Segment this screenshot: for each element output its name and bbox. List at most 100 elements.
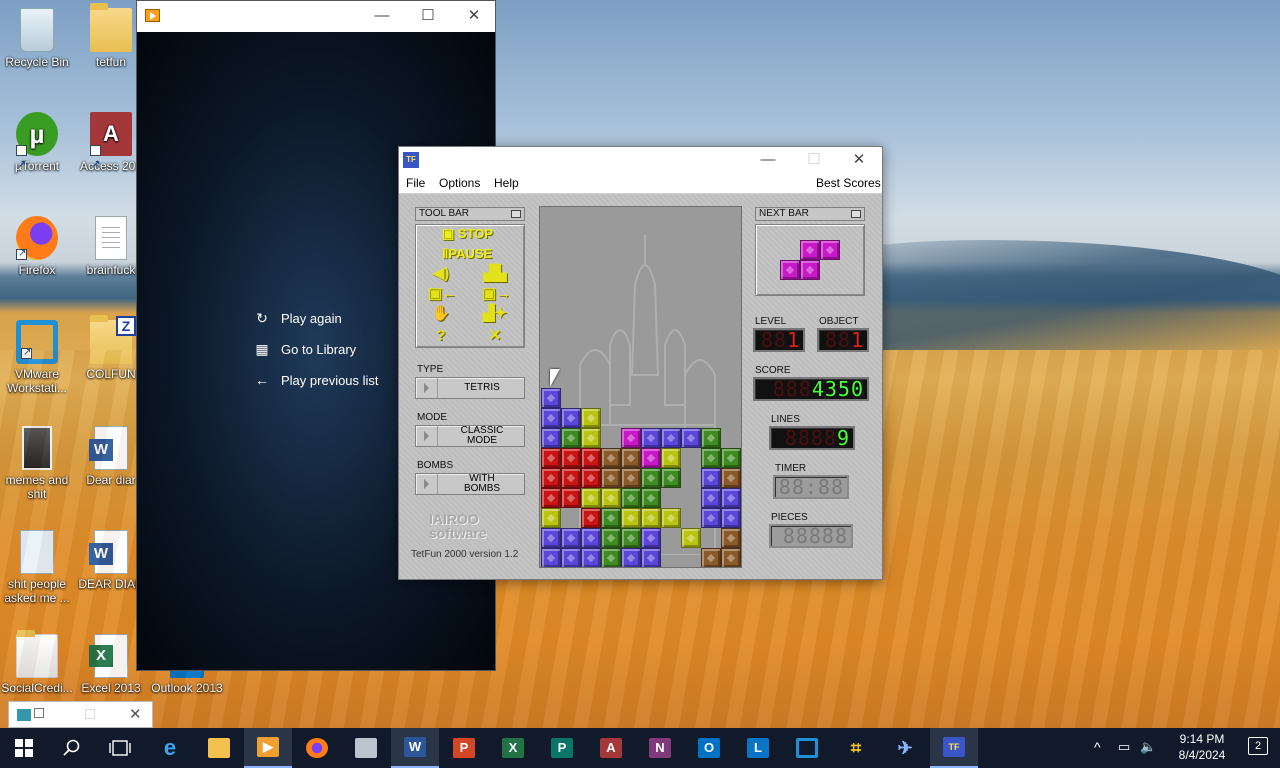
collapse-icon[interactable] [511,210,521,218]
title-bar[interactable]: TF — ☐ ✕ [399,147,882,173]
go-to-library-item[interactable]: ▦ Go to Library [253,339,356,359]
bombs-label: BOMBS [417,460,454,471]
desktop-icon-label: Recycle Bin [5,55,69,69]
word-document-icon: W [89,530,128,574]
settings-icon[interactable]: ▟✦ [482,305,508,323]
minimize-button[interactable]: — [359,1,405,31]
taskbar-word[interactable]: W [391,728,439,768]
desktop-icon-firefox[interactable]: Firefox [0,216,74,277]
taskbar-lync[interactable]: L [734,728,782,768]
game-board[interactable] [539,206,742,568]
taskbar-app-yellow[interactable]: ⌗ [832,728,880,768]
taskbar-internet-explorer[interactable]: e [146,728,194,768]
restore-icon[interactable] [34,708,44,718]
taskbar-access[interactable]: A [587,728,635,768]
taskbar-publisher[interactable]: P [538,728,586,768]
folder-icon [90,3,132,52]
taskbar-onenote[interactable]: N [636,728,684,768]
stop-button[interactable]: ▣ STOP [442,226,493,242]
desktop-icon-vmware[interactable]: VMware Workstati... [0,320,74,395]
mode-label: MODE [417,412,447,423]
tetris-block [601,488,621,508]
tetris-block [581,528,601,548]
tetris-block [641,448,661,468]
play-again-item[interactable]: ↻ Play again [253,308,342,328]
powerpoint-icon: P [453,738,475,758]
maximize-button[interactable]: ☐ [791,145,837,175]
minimized-window[interactable]: ✕ [8,701,153,728]
save-game-icon[interactable]: ▣→ [482,285,511,303]
desktop-icon-memes[interactable]: memes and shit [0,426,74,501]
taskbar-photos[interactable] [342,728,390,768]
clock-date: 8/4/2024 [1178,748,1226,762]
bombs-selector[interactable]: WITH BOMBS [415,473,525,495]
taskbar-media-player[interactable]: ▶ [244,728,292,768]
tetris-block [721,548,741,567]
notifications-icon[interactable]: 2 [1248,737,1268,755]
taskbar-outlook[interactable]: O [685,728,733,768]
library-icon: ▦ [255,341,269,357]
close-button[interactable]: ✕ [451,1,497,31]
tetris-block [621,468,641,488]
sound-icon[interactable]: ◀) [428,265,454,283]
task-view-button[interactable] [96,728,144,768]
windows-logo-icon [15,739,33,757]
menu-bar: File Options Help Best Scores [399,173,882,194]
search-button[interactable] [48,728,96,768]
exit-icon[interactable]: ✕ [482,327,508,345]
file-explorer-icon [208,738,230,758]
maximize-icon[interactable] [85,709,95,719]
arrow-right-icon[interactable] [416,426,438,446]
show-hidden-icons-icon[interactable]: ^ [1094,739,1101,755]
taskbar-powerpoint[interactable]: P [440,728,488,768]
close-button[interactable]: ✕ [836,145,882,175]
tetris-block [561,548,581,567]
taskbar-app-bird[interactable]: ✈ [881,728,929,768]
title-bar[interactable]: — ☐ ✕ [137,1,495,32]
recycle-bin-icon [20,8,54,52]
tetris-block [561,408,581,428]
next-piece-block [780,260,800,280]
start-button[interactable] [0,728,48,768]
help-icon[interactable]: ? [428,327,454,345]
desktop-icon-shit-people[interactable]: shit people asked me ... [0,530,74,605]
menu-help[interactable]: Help [494,176,519,190]
desktop-icon-label: SocialCredi... [1,681,73,695]
taskbar-firefox[interactable] [293,728,341,768]
desktop-icon-label: Firefox [18,263,56,277]
hand-icon[interactable]: ✋ [428,305,454,323]
blocks-icon[interactable]: ▟▙ [482,265,508,283]
toolbar-title: TOOL BAR [419,208,470,219]
tetris-block [541,428,561,448]
type-selector[interactable]: TETRIS [415,377,525,399]
company-logo: IAIROO software [429,511,487,541]
arrow-right-icon[interactable] [416,474,438,494]
puzzle-app-icon: ⌗ [850,738,862,758]
volume-muted-icon[interactable]: 🔈 [1140,739,1156,755]
desktop-icon-socialcredit[interactable]: SocialCredi... [0,630,74,695]
score-dim-digits: 888 [772,377,812,401]
taskbar-tetfun[interactable]: TF [930,728,978,768]
taskbar-excel[interactable]: X [489,728,537,768]
network-icon[interactable]: ▭ [1118,739,1130,755]
clock[interactable]: 9:14 PM 8/4/2024 [1164,731,1240,763]
maximize-button[interactable]: ☐ [405,1,451,31]
tetris-block [621,528,641,548]
taskbar-file-explorer[interactable] [195,728,243,768]
desktop-icon-recycle-bin[interactable]: Recycle Bin [0,8,74,69]
next-piece-block [820,240,840,260]
close-icon[interactable]: ✕ [129,705,142,723]
arrow-right-icon[interactable] [416,378,438,398]
menu-file[interactable]: File [406,176,425,190]
collapse-icon[interactable] [851,210,861,218]
lines-dim-digits: 8888 [784,426,837,450]
load-game-icon[interactable]: ▣← [428,285,457,303]
play-previous-list-item[interactable]: ← Play previous list [253,370,379,390]
pause-button[interactable]: ⅡPAUSE [442,246,492,262]
menu-options[interactable]: Options [439,176,480,190]
minimize-button[interactable]: — [745,145,791,175]
desktop-icon-utorrent[interactable]: µ µTorrent [0,112,74,187]
taskbar-vmware[interactable] [783,728,831,768]
best-scores-menu[interactable]: Best Scores [816,176,881,190]
mode-selector[interactable]: CLASSIC MODE [415,425,525,447]
